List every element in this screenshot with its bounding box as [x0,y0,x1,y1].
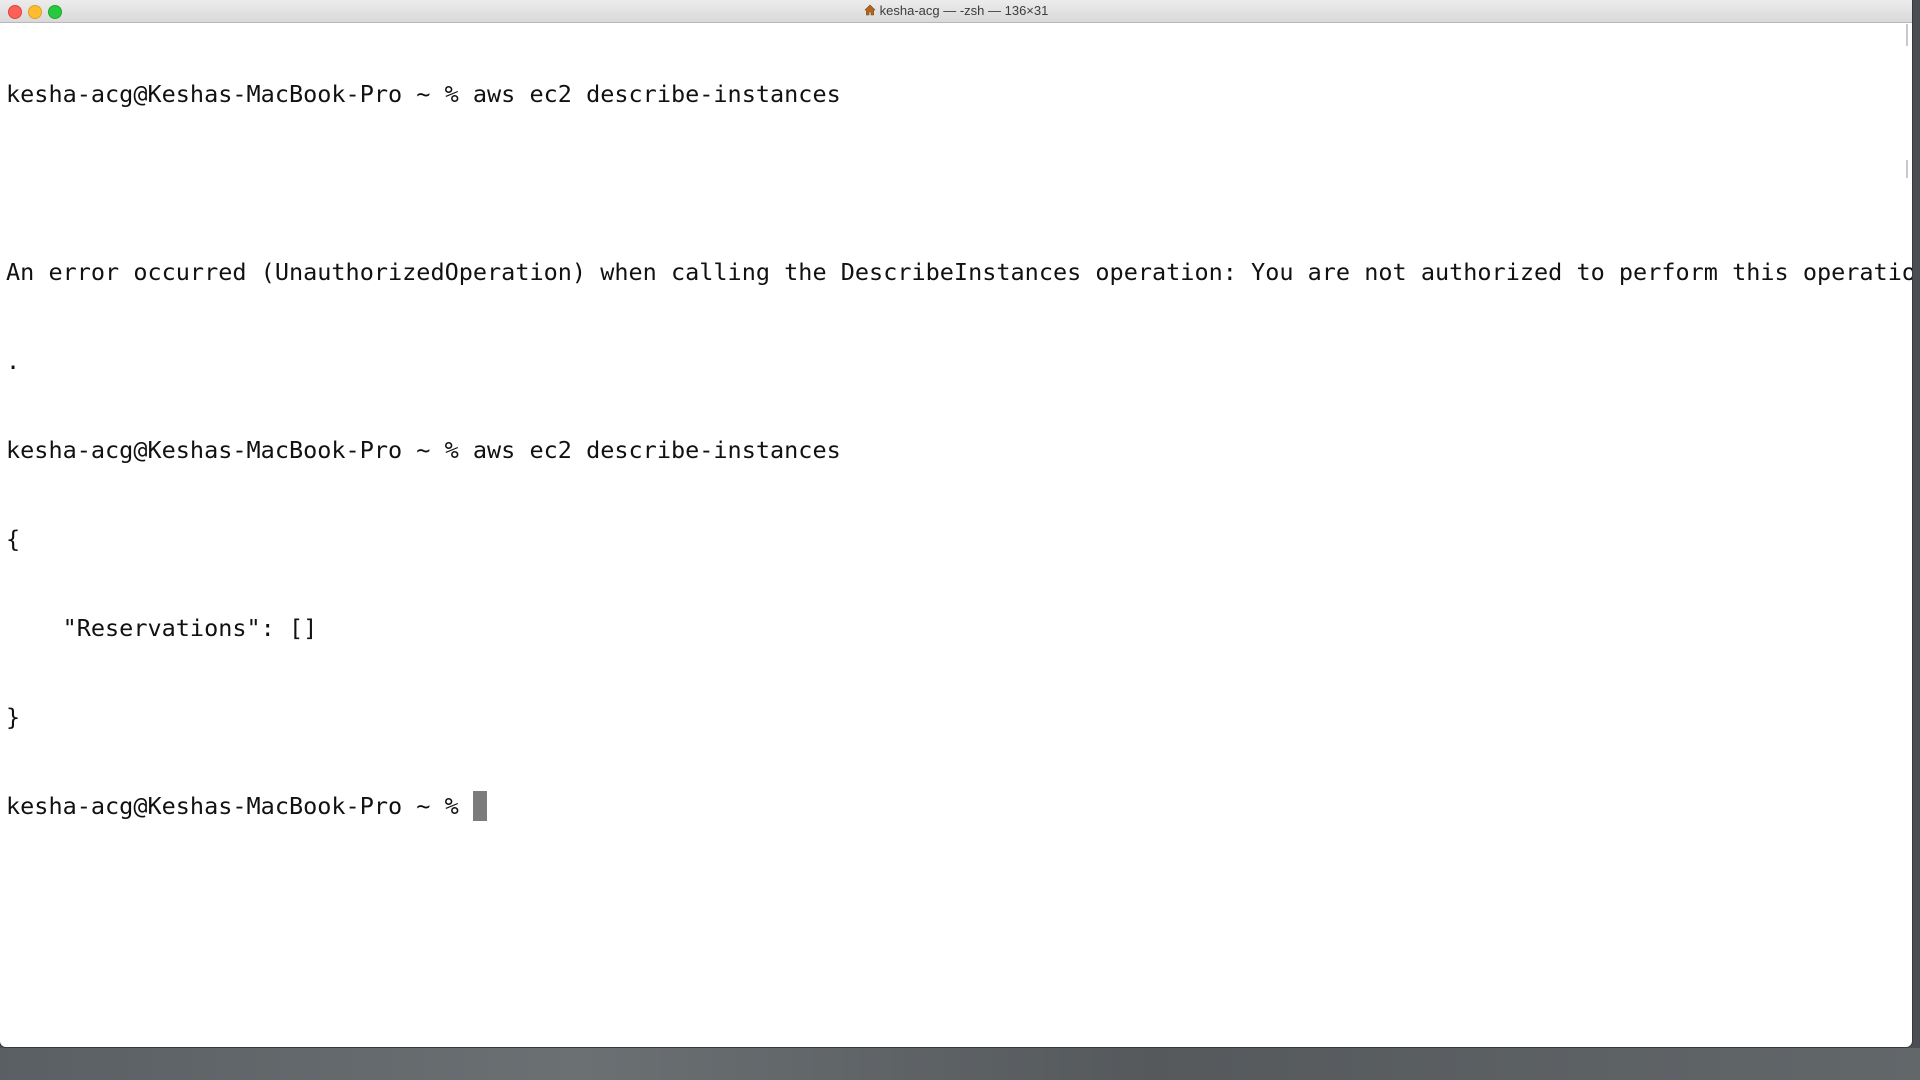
scroll-marker [1906,160,1908,178]
scroll-marker [1906,24,1908,46]
window-title-container: kesha-acg — -zsh — 136×31 [0,3,1912,19]
terminal-line: kesha-acg@Keshas-MacBook-Pro ~ % aws ec2… [6,80,841,108]
terminal-output[interactable]: kesha-acg@Keshas-MacBook-Pro ~ % aws ec2… [6,22,1912,879]
text-cursor [472,791,487,821]
terminal-line: } [6,703,21,731]
desktop-background [0,1048,1920,1080]
home-icon [863,4,876,16]
terminal-line: kesha-acg@Keshas-MacBook-Pro ~ % aws ec2… [6,436,841,464]
terminal-line: . [6,347,21,375]
terminal-line: An error occurred (UnauthorizedOperation… [6,258,1912,286]
window-title: kesha-acg — -zsh — 136×31 [879,3,1049,18]
prompt-line[interactable]: kesha-acg@Keshas-MacBook-Pro ~ % [6,790,1906,823]
terminal-line: { [6,525,21,553]
title-bar[interactable]: kesha-acg — -zsh — 136×31 [0,0,1912,23]
terminal-line: "Reservations": [] [6,614,318,642]
shell-prompt: kesha-acg@Keshas-MacBook-Pro ~ % [6,792,473,820]
terminal-window: kesha-acg — -zsh — 136×31 kesha-acg@Kesh… [0,0,1912,1047]
